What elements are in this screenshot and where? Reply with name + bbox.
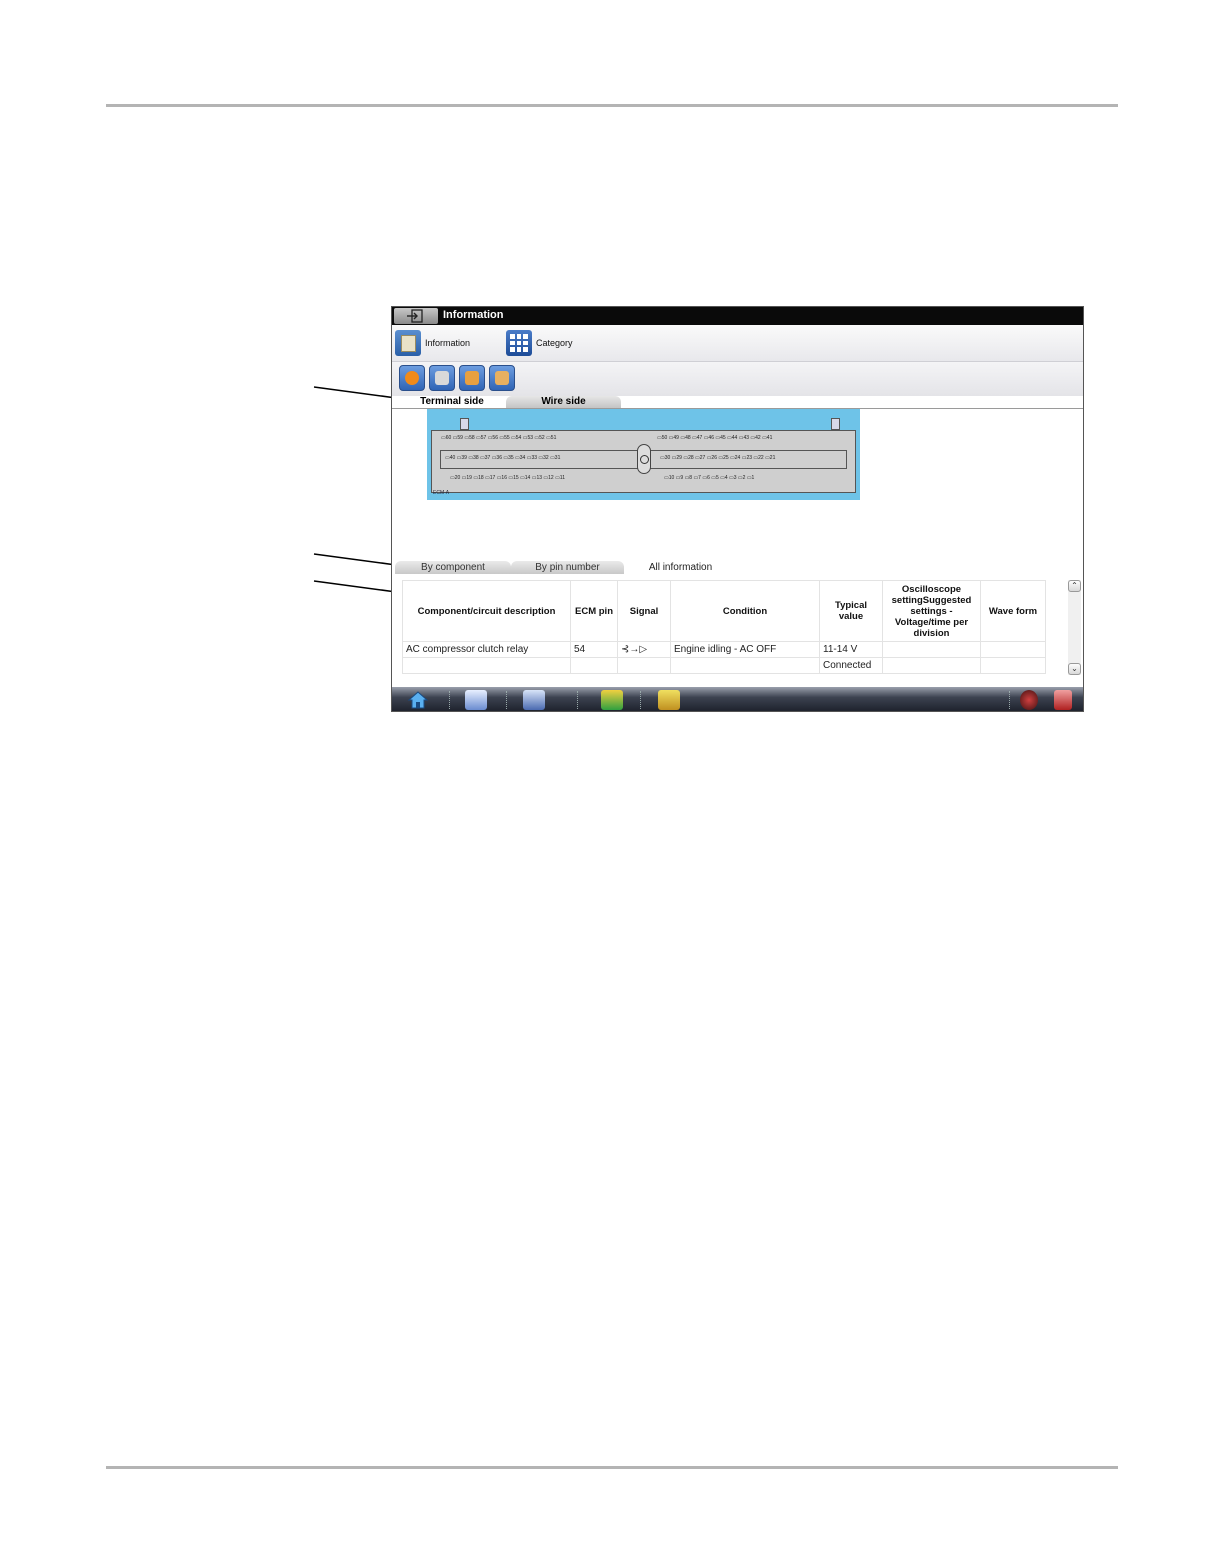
home-icon [407, 691, 429, 709]
open-button[interactable] [489, 365, 515, 391]
connector-key [637, 444, 651, 474]
connector-body: ▭60 ▭59 ▭58 ▭57 ▭56 ▭55 ▭54 ▭53 ▭52 ▭51 … [431, 430, 856, 493]
scope-meter-button[interactable] [601, 690, 623, 710]
nav-information[interactable]: Information [395, 329, 470, 357]
cell-signal-icon: ⊰→▷ [617, 641, 671, 658]
help-button[interactable] [399, 365, 425, 391]
col-header-typical-value[interactable]: Typical value [819, 580, 883, 642]
tab-by-pin-number[interactable]: By pin number [511, 561, 624, 574]
information-table-area: Component/circuit description ECM pin Si… [392, 574, 1083, 686]
col-header-wave-form[interactable]: Wave form [980, 580, 1046, 642]
col-header-oscilloscope-setting[interactable]: Oscilloscope settingSuggested settings -… [882, 580, 981, 642]
save-icon [465, 371, 479, 385]
col-header-condition[interactable]: Condition [670, 580, 820, 642]
nav-category-label: Category [536, 338, 573, 348]
window-title: Information [443, 309, 504, 321]
pin-row-top-right: ▭50 ▭49 ▭48 ▭47 ▭46 ▭45 ▭44 ▭43 ▭42 ▭41 [657, 435, 773, 441]
help-icon [405, 371, 419, 385]
taskbar-separator [449, 691, 450, 709]
toolbox-button[interactable] [658, 690, 680, 710]
cell-ecm-pin [570, 657, 618, 674]
pin-row-mid-right: ▭30 ▭29 ▭28 ▭27 ▭26 ▭25 ▭24 ▭23 ▭22 ▭21 [660, 455, 776, 461]
connector-latch-right [831, 418, 840, 430]
info-tabs: By component By pin number All informati… [392, 561, 1083, 574]
nav-information-label: Information [425, 338, 471, 348]
cell-description: AC compressor clutch relay [402, 641, 571, 658]
connector-latch-left [460, 418, 469, 430]
information-book-icon [395, 330, 421, 356]
table-header-row: Component/circuit description ECM pin Si… [402, 580, 1046, 642]
home-button[interactable] [407, 690, 429, 710]
table-row[interactable]: Connected [402, 657, 1046, 674]
cell-description [402, 657, 571, 674]
taskbar-separator [1009, 691, 1010, 709]
taskbar-separator [640, 691, 641, 709]
header-rule [106, 104, 1118, 107]
open-icon [495, 371, 509, 385]
nav-category[interactable]: Category [506, 329, 573, 357]
cell-oscilloscope-setting [882, 657, 981, 674]
cell-condition [670, 657, 820, 674]
cell-ecm-pin: 54 [570, 641, 618, 658]
title-bar: Information [392, 307, 1083, 325]
view-tabs: Terminal side Wire side [392, 396, 1083, 409]
device-screen: Information Information Category Termina… [391, 306, 1084, 712]
tab-all-information[interactable]: All information [624, 561, 737, 574]
cell-oscilloscope-setting [882, 641, 981, 658]
table-row[interactable]: AC compressor clutch relay 54 ⊰→▷ Engine… [402, 641, 1046, 658]
connector-label: ECM-A [433, 490, 450, 496]
scroll-up-button[interactable]: ⌃ [1068, 580, 1081, 592]
pin-row-mid-left: ▭40 ▭39 ▭38 ▭37 ▭36 ▭35 ▭34 ▭33 ▭32 ▭31 [445, 455, 561, 461]
information-table: Component/circuit description ECM pin Si… [402, 580, 1046, 674]
footer-rule [106, 1466, 1118, 1469]
tab-wire-side[interactable]: Wire side [506, 396, 621, 408]
print-button[interactable] [429, 365, 455, 391]
save-button[interactable] [459, 365, 485, 391]
tab-terminal-side[interactable]: Terminal side [402, 396, 502, 408]
cell-signal [617, 657, 671, 674]
cell-wave-form [980, 641, 1046, 658]
cell-wave-form [980, 657, 1046, 674]
scroll-down-button[interactable]: ⌄ [1068, 663, 1081, 675]
connector-diagram: ▭60 ▭59 ▭58 ▭57 ▭56 ▭55 ▭54 ▭53 ▭52 ▭51 … [427, 409, 860, 500]
exit-button[interactable] [394, 308, 438, 324]
cell-typical-value: 11-14 V [819, 641, 883, 658]
checklist-button[interactable] [523, 690, 545, 710]
cell-typical-value: Connected [819, 657, 883, 674]
col-header-description[interactable]: Component/circuit description [402, 580, 571, 642]
taskbar [392, 687, 1083, 711]
category-grid-icon [506, 330, 532, 356]
pin-row-top-left: ▭60 ▭59 ▭58 ▭57 ▭56 ▭55 ▭54 ▭53 ▭52 ▭51 [441, 435, 557, 441]
col-header-ecm-pin[interactable]: ECM pin [570, 580, 618, 642]
table-scrollbar[interactable]: ⌃ ⌄ [1068, 580, 1081, 675]
battery-status [1054, 690, 1072, 710]
pin-row-bottom-left: ▭20 ▭19 ▭18 ▭17 ▭16 ▭15 ▭14 ▭13 ▭12 ▭11 [450, 475, 565, 481]
col-header-signal[interactable]: Signal [617, 580, 671, 642]
navigation-bar: Information Category [392, 325, 1083, 362]
vehicle-data-button[interactable] [465, 690, 487, 710]
cell-condition: Engine idling - AC OFF [670, 641, 820, 658]
print-icon [435, 371, 449, 385]
taskbar-separator [577, 691, 578, 709]
toolbar [392, 362, 1083, 396]
exit-icon [407, 309, 423, 323]
taskbar-separator [506, 691, 507, 709]
pin-row-bottom-right: ▭10 ▭9 ▭8 ▭7 ▭6 ▭5 ▭4 ▭3 ▭2 ▭1 [664, 475, 755, 481]
fingerprint-button[interactable] [1020, 690, 1038, 710]
tab-by-component[interactable]: By component [395, 561, 511, 574]
